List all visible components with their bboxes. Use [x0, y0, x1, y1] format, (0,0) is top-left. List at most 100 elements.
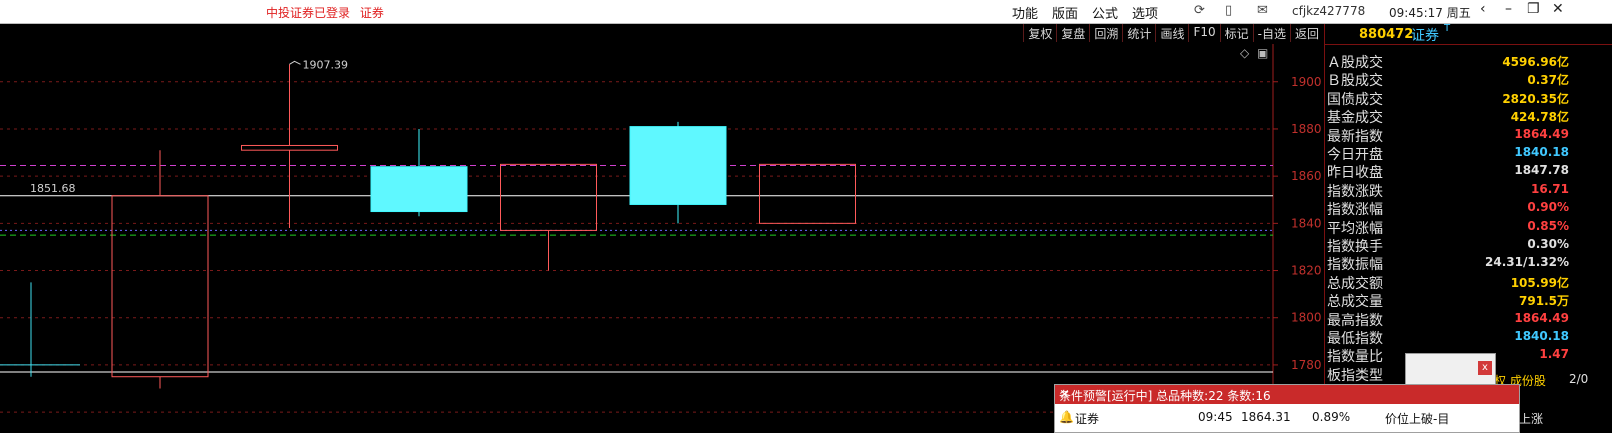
- stat-value: 0.90%: [1527, 200, 1569, 215]
- alert-condition: 价位上破-目: [1385, 412, 1450, 426]
- stat-label: 总成交量: [1327, 294, 1383, 311]
- back-icon[interactable]: ‹: [1480, 1, 1486, 17]
- toolbar-button-remove-watchlist[interactable]: -自选: [1252, 24, 1290, 42]
- diamond-icon: ◇: [1240, 46, 1250, 60]
- stat-label: 国债成交: [1327, 91, 1383, 108]
- stat-row: 最新指数 1864.49: [1325, 126, 1612, 145]
- toolbar-button-f10[interactable]: F10: [1188, 24, 1219, 42]
- stat-row: 总成交量 791.5万: [1325, 291, 1612, 311]
- menu-formula[interactable]: 公式: [1092, 3, 1118, 22]
- minimize-icon[interactable]: –: [1505, 1, 1512, 17]
- stat-row: 指数涨幅 0.90%: [1325, 199, 1612, 219]
- toolbar-button-mark[interactable]: 标记: [1219, 24, 1253, 42]
- stat-row: 最低指数 1840.18: [1325, 328, 1612, 347]
- stat-label: 指数涨幅: [1327, 202, 1383, 219]
- close-icon[interactable]: ✕: [1552, 1, 1564, 17]
- stat-value: 24.31/1.32%: [1485, 255, 1569, 270]
- stat-label: 总成交额: [1327, 275, 1383, 292]
- index-name[interactable]: 证券: [1411, 25, 1439, 45]
- stat-value: 4596.96亿: [1502, 55, 1569, 69]
- stat-value: 1840.18: [1514, 329, 1569, 343]
- y-tick-label: 1820: [1291, 264, 1322, 278]
- kline-chart[interactable]: 176017801800182018401860188019001907.391…: [0, 24, 1323, 431]
- candle-body: [759, 163, 856, 224]
- stat-label: 指数量比: [1327, 349, 1383, 366]
- popup-close-button[interactable]: x: [1478, 361, 1492, 375]
- login-status-text: 中投证券已登录: [266, 6, 351, 20]
- stat-value: 791.5万: [1519, 294, 1569, 309]
- login-status: 中投证券已登录 证券: [266, 4, 390, 21]
- stat-value: 1864.49: [1514, 310, 1569, 325]
- phone-icon[interactable]: ▯: [1225, 3, 1232, 18]
- stat-label: 平均涨幅: [1327, 220, 1383, 237]
- stat-row: 指数换手 0.30%: [1325, 236, 1612, 255]
- toolbar-button-replay[interactable]: 复盘: [1056, 24, 1089, 42]
- stat-value: 105.99亿: [1510, 275, 1569, 290]
- toolbar-button-restore-rights[interactable]: 复权: [1023, 24, 1056, 42]
- stat-row: 指数振幅 24.31/1.32%: [1325, 254, 1612, 274]
- index-mark: T: [1444, 23, 1451, 34]
- window-icon: ▣: [1257, 46, 1268, 60]
- title-bar: 中投证券已登录 证券 功能 版面 公式 选项 ⟳ ▯ ✉ cfjkz427778…: [0, 0, 1612, 24]
- account-id: cfjkz427778: [1292, 4, 1366, 18]
- toolbar-button-back[interactable]: 返回: [1289, 24, 1323, 42]
- toolbar-button-stats[interactable]: 统计: [1122, 24, 1155, 42]
- mail-icon[interactable]: ✉: [1257, 3, 1268, 18]
- candle-body: [241, 144, 338, 151]
- toolbar-button-backtrack[interactable]: 回溯: [1089, 24, 1122, 42]
- stat-row: 今日开盘 1840.18: [1325, 144, 1612, 163]
- stat-value: 1840.18: [1514, 145, 1569, 159]
- stat-row: Ａ股成交 4596.96亿: [1325, 52, 1612, 71]
- y-tick-label: 1880: [1291, 122, 1322, 136]
- stat-row: 总成交额 105.99亿: [1325, 273, 1612, 292]
- chart-toolbar: 复权 复盘 回溯 统计 画线 F10 标记 -自选 返回: [1023, 24, 1323, 42]
- stat-value: 0.30%: [1527, 237, 1569, 251]
- menu-function[interactable]: 功能: [1012, 3, 1038, 22]
- stat-label: 最新指数: [1327, 128, 1383, 145]
- restore-icon[interactable]: ❐: [1527, 1, 1540, 17]
- panel-peek-value: 2/0: [1569, 372, 1589, 386]
- y-tick-label: 1860: [1291, 169, 1322, 183]
- panel-header: 880472 证券 T: [1325, 23, 1612, 45]
- y-tick-label: 1840: [1291, 216, 1322, 230]
- stat-label: 最高指数: [1327, 312, 1383, 329]
- y-tick-label: 1900: [1291, 75, 1322, 89]
- menu-layout[interactable]: 版面: [1052, 3, 1078, 22]
- stat-value: 1.47: [1539, 347, 1569, 362]
- stat-label: 指数换手: [1327, 239, 1383, 255]
- candle-body: [500, 163, 597, 231]
- alert-fragment-text: 上涨: [1519, 412, 1544, 426]
- candle-body: [629, 126, 727, 205]
- toolbar-button-draw[interactable]: 画线: [1155, 24, 1188, 42]
- candle-body: [370, 166, 468, 213]
- sector-label: 证券: [359, 6, 384, 20]
- kline-chart-area[interactable]: 176017801800182018401860188019001907.391…: [0, 24, 1323, 431]
- alert-close-button[interactable]: ×: [1059, 387, 1513, 402]
- alert-percent: 0.89%: [1312, 410, 1351, 424]
- alert-price: 1864.31: [1241, 410, 1291, 424]
- prev-close-label: 1851.68: [30, 182, 76, 195]
- high-annotation-label: 1907.39: [303, 58, 349, 71]
- stat-row: 昨日收盘 1847.78: [1325, 162, 1612, 182]
- stat-row: 国债成交 2820.35亿: [1325, 89, 1612, 108]
- stat-label: Ａ股成交: [1327, 55, 1383, 71]
- stat-label: 板指类型: [1327, 367, 1383, 384]
- stat-value: 424.78亿: [1510, 110, 1569, 125]
- refresh-icon[interactable]: ⟳: [1194, 3, 1205, 18]
- alert-header: 条件预警[运行中] 总品种数:22 条数:16 ×: [1055, 385, 1519, 404]
- stat-label: 最低指数: [1327, 331, 1383, 347]
- y-tick-label: 1780: [1291, 358, 1322, 372]
- alert-row[interactable]: 🔔 证券 09:45 1864.31 0.89% 价位上破-目: [1055, 407, 1519, 431]
- stat-value: 16.71: [1531, 181, 1569, 196]
- stat-row: 最高指数 1864.49: [1325, 310, 1612, 329]
- stat-label: 今日开盘: [1327, 147, 1383, 163]
- stat-value: 1864.49: [1514, 126, 1569, 141]
- alert-stock-name: 证券: [1075, 412, 1100, 426]
- stat-label: 昨日收盘: [1327, 165, 1383, 182]
- floating-popup: x: [1405, 353, 1496, 385]
- bell-icon: 🔔: [1059, 410, 1074, 424]
- stat-value: 2820.35亿: [1502, 91, 1569, 106]
- menu-options[interactable]: 选项: [1132, 3, 1158, 22]
- clock: 09:45:17 周五: [1389, 6, 1471, 20]
- stat-label: 指数振幅: [1327, 257, 1383, 274]
